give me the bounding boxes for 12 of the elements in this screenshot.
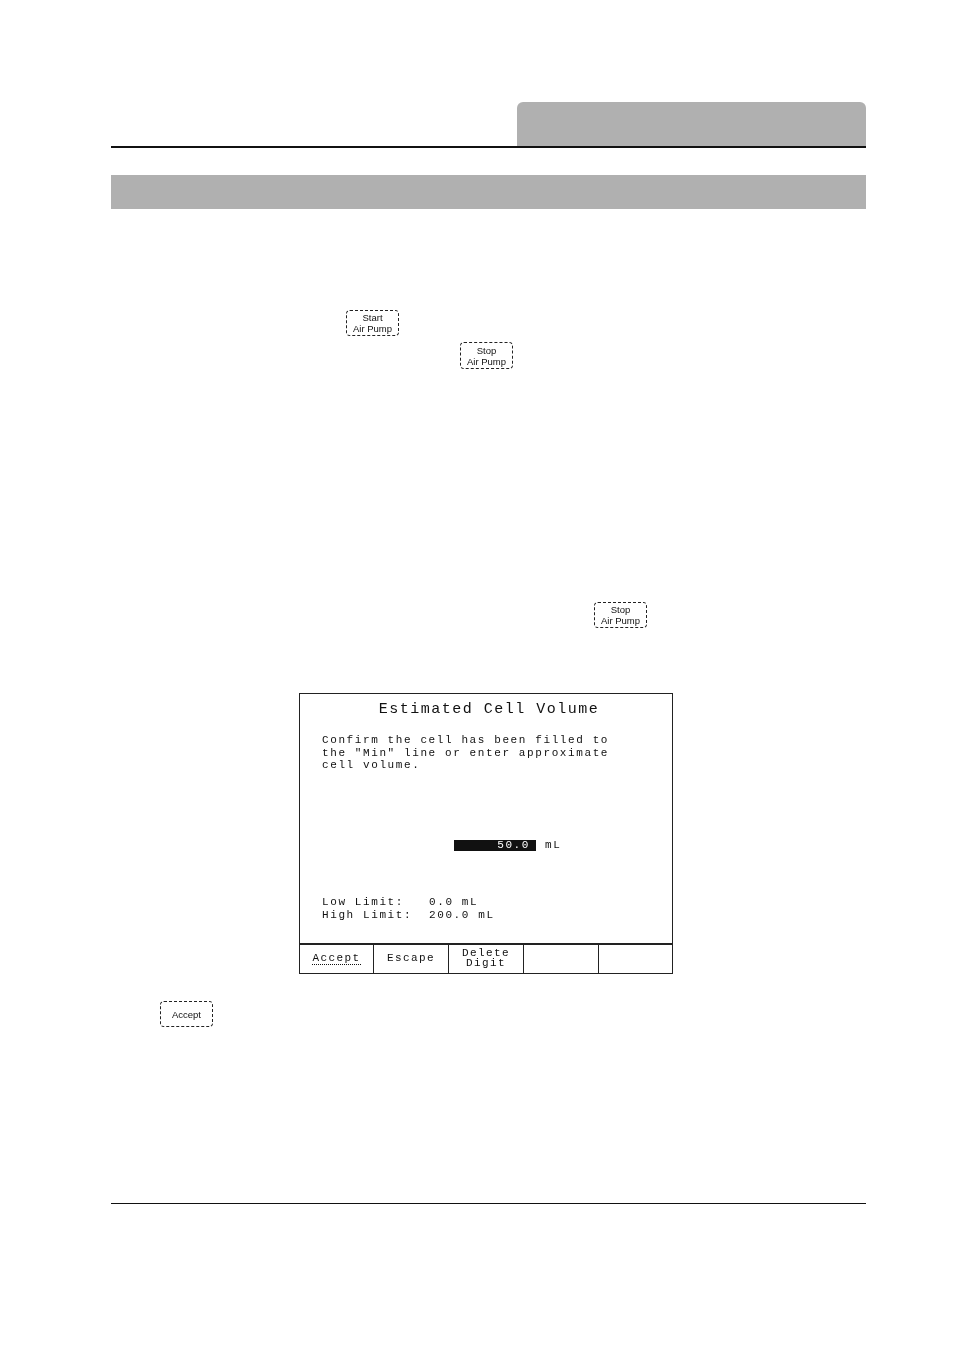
- screen-title: Estimated Cell Volume: [378, 701, 600, 719]
- keycap-button[interactable]: Start Air Pump: [346, 310, 399, 336]
- unit-label: mL: [545, 839, 562, 851]
- limit-value: 200.0 mL: [429, 908, 495, 922]
- limit-label: High Limit:: [322, 908, 413, 922]
- keycap-button[interactable]: Stop Air Pump: [460, 342, 513, 369]
- limit-label: Low Limit:: [322, 895, 404, 909]
- keycap-button[interactable]: Accept: [160, 1001, 213, 1027]
- message-text: Confirm the cell has been filled to the "Min" line or enter approximate cell volume.: [322, 734, 611, 772]
- keycap-button[interactable]: Stop Air Pump: [594, 602, 647, 628]
- value-field[interactable]: 50.0: [454, 839, 536, 851]
- limit-value: 0.0 mL: [429, 895, 479, 909]
